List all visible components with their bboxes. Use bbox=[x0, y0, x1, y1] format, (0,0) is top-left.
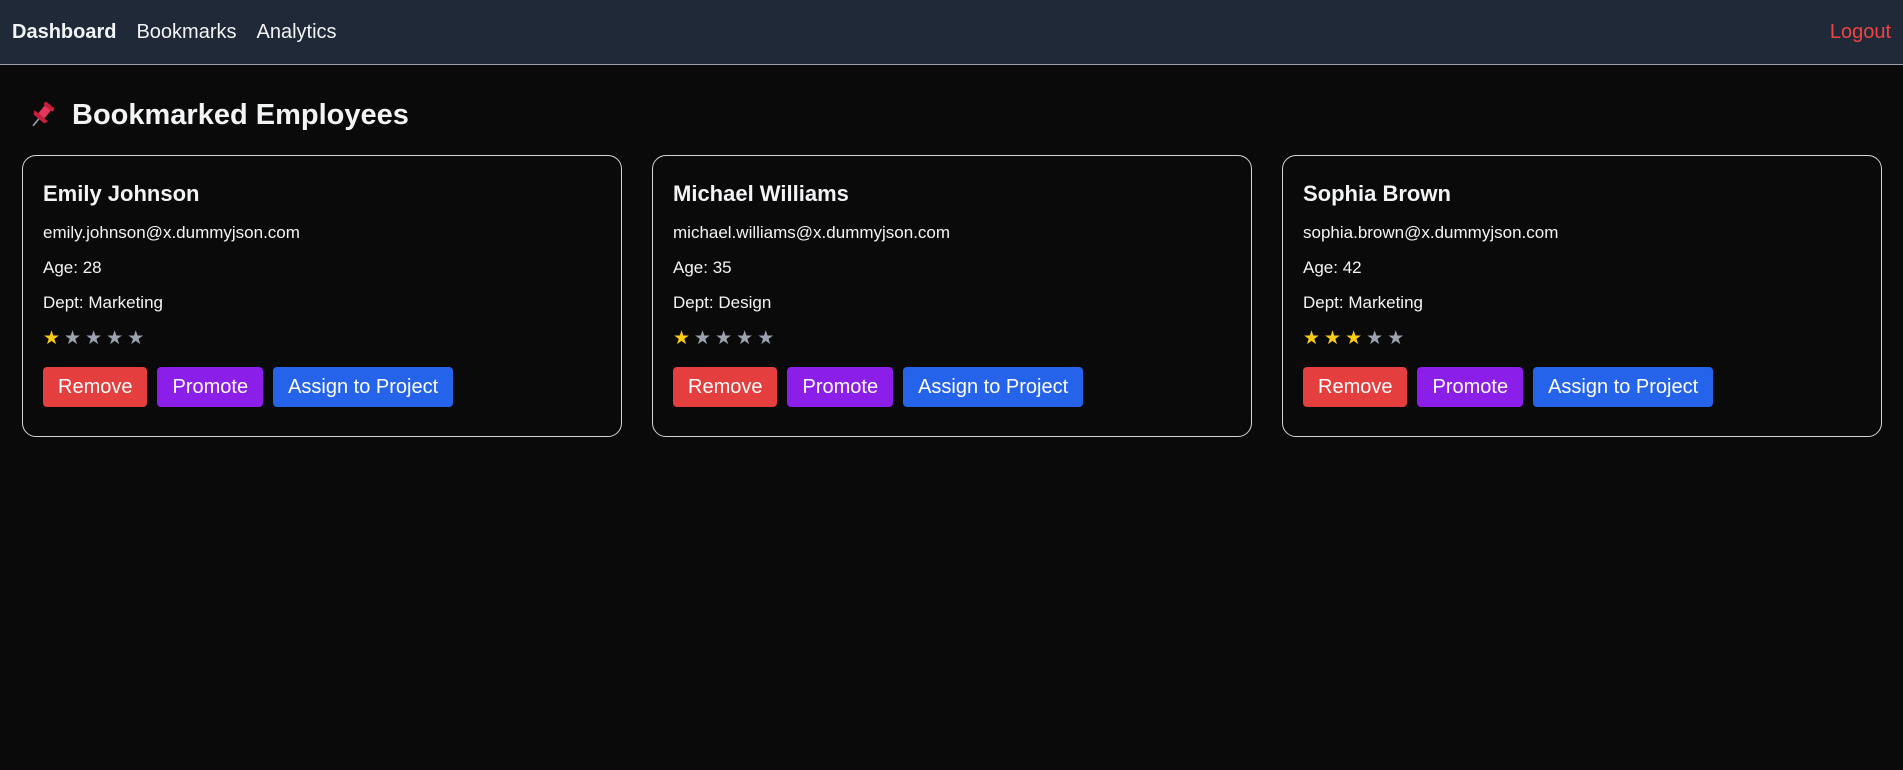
card-actions: Remove Promote Assign to Project bbox=[673, 367, 1231, 407]
employee-age: Age: 42 bbox=[1303, 258, 1362, 277]
star-rating: ★ ★ ★ ★ ★ bbox=[1303, 327, 1861, 351]
star-empty-icon: ★ bbox=[1387, 328, 1405, 349]
employee-email: sophia.brown@x.dummyjson.com bbox=[1303, 223, 1559, 242]
employee-cards: Emily Johnson emily.johnson@x.dummyjson.… bbox=[22, 155, 1882, 437]
top-navbar: Dashboard Bookmarks Analytics Logout bbox=[0, 0, 1903, 65]
star-rating: ★ ★ ★ ★ ★ bbox=[43, 327, 601, 351]
remove-button[interactable]: Remove bbox=[43, 367, 148, 407]
star-empty-icon: ★ bbox=[64, 328, 82, 349]
star-empty-icon: ★ bbox=[1366, 328, 1384, 349]
promote-button[interactable]: Promote bbox=[1417, 367, 1524, 407]
page-title-text: Bookmarked Employees bbox=[72, 98, 409, 131]
employee-dept: Dept: Design bbox=[673, 293, 772, 312]
remove-button[interactable]: Remove bbox=[1303, 367, 1408, 407]
star-empty-icon: ★ bbox=[106, 328, 124, 349]
nav-links: Dashboard Bookmarks Analytics bbox=[12, 21, 337, 44]
employee-dept: Dept: Marketing bbox=[43, 293, 163, 312]
nav-link-bookmarks[interactable]: Bookmarks bbox=[136, 21, 236, 44]
remove-button[interactable]: Remove bbox=[673, 367, 778, 407]
employee-card: Sophia Brown sophia.brown@x.dummyjson.co… bbox=[1282, 155, 1882, 437]
star-empty-icon: ★ bbox=[715, 328, 733, 349]
employee-age: Age: 28 bbox=[43, 258, 102, 277]
employee-card: Michael Williams michael.williams@x.dumm… bbox=[652, 155, 1252, 437]
star-filled-icon: ★ bbox=[1303, 328, 1321, 349]
logout-link[interactable]: Logout bbox=[1830, 21, 1891, 44]
star-filled-icon: ★ bbox=[673, 328, 691, 349]
employee-email: emily.johnson@x.dummyjson.com bbox=[43, 223, 300, 242]
employee-name: Emily Johnson bbox=[43, 181, 200, 206]
star-empty-icon: ★ bbox=[694, 328, 712, 349]
star-empty-icon: ★ bbox=[85, 328, 103, 349]
nav-link-dashboard[interactable]: Dashboard bbox=[12, 21, 116, 44]
employee-name: Sophia Brown bbox=[1303, 181, 1451, 206]
employee-card: Emily Johnson emily.johnson@x.dummyjson.… bbox=[22, 155, 622, 437]
assign-to-project-button[interactable]: Assign to Project bbox=[1533, 367, 1714, 407]
star-rating: ★ ★ ★ ★ ★ bbox=[673, 327, 1231, 351]
assign-to-project-button[interactable]: Assign to Project bbox=[903, 367, 1084, 407]
employee-email: michael.williams@x.dummyjson.com bbox=[673, 223, 951, 242]
main-content: Bookmarked Employees Emily Johnson emily… bbox=[0, 65, 1903, 437]
star-filled-icon: ★ bbox=[43, 328, 61, 349]
star-empty-icon: ★ bbox=[736, 328, 754, 349]
star-filled-icon: ★ bbox=[1345, 328, 1363, 349]
promote-button[interactable]: Promote bbox=[157, 367, 264, 407]
employee-age: Age: 35 bbox=[673, 258, 732, 277]
star-empty-icon: ★ bbox=[757, 328, 775, 349]
pushpin-icon bbox=[26, 99, 58, 131]
assign-to-project-button[interactable]: Assign to Project bbox=[273, 367, 454, 407]
nav-link-analytics[interactable]: Analytics bbox=[257, 21, 337, 44]
promote-button[interactable]: Promote bbox=[787, 367, 894, 407]
card-actions: Remove Promote Assign to Project bbox=[43, 367, 601, 407]
card-actions: Remove Promote Assign to Project bbox=[1303, 367, 1861, 407]
employee-name: Michael Williams bbox=[673, 181, 849, 206]
page-title: Bookmarked Employees bbox=[26, 95, 1881, 135]
star-filled-icon: ★ bbox=[1324, 328, 1342, 349]
employee-dept: Dept: Marketing bbox=[1303, 293, 1423, 312]
star-empty-icon: ★ bbox=[127, 328, 145, 349]
